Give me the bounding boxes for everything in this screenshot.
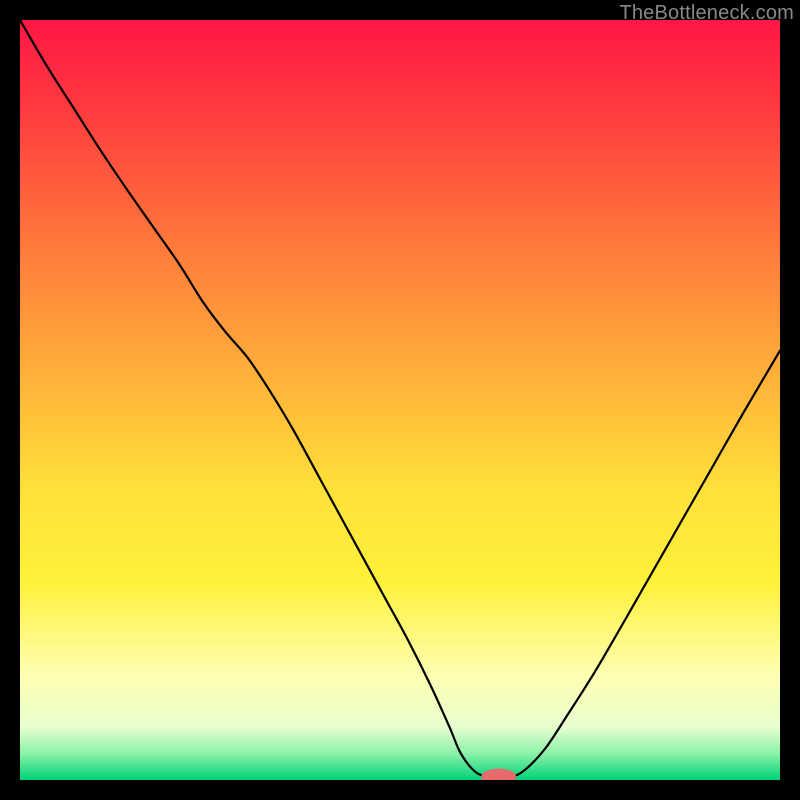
bottleneck-chart <box>20 20 780 780</box>
chart-frame: TheBottleneck.com <box>0 0 800 800</box>
watermark-text: TheBottleneck.com <box>619 2 794 25</box>
chart-background <box>20 20 780 780</box>
